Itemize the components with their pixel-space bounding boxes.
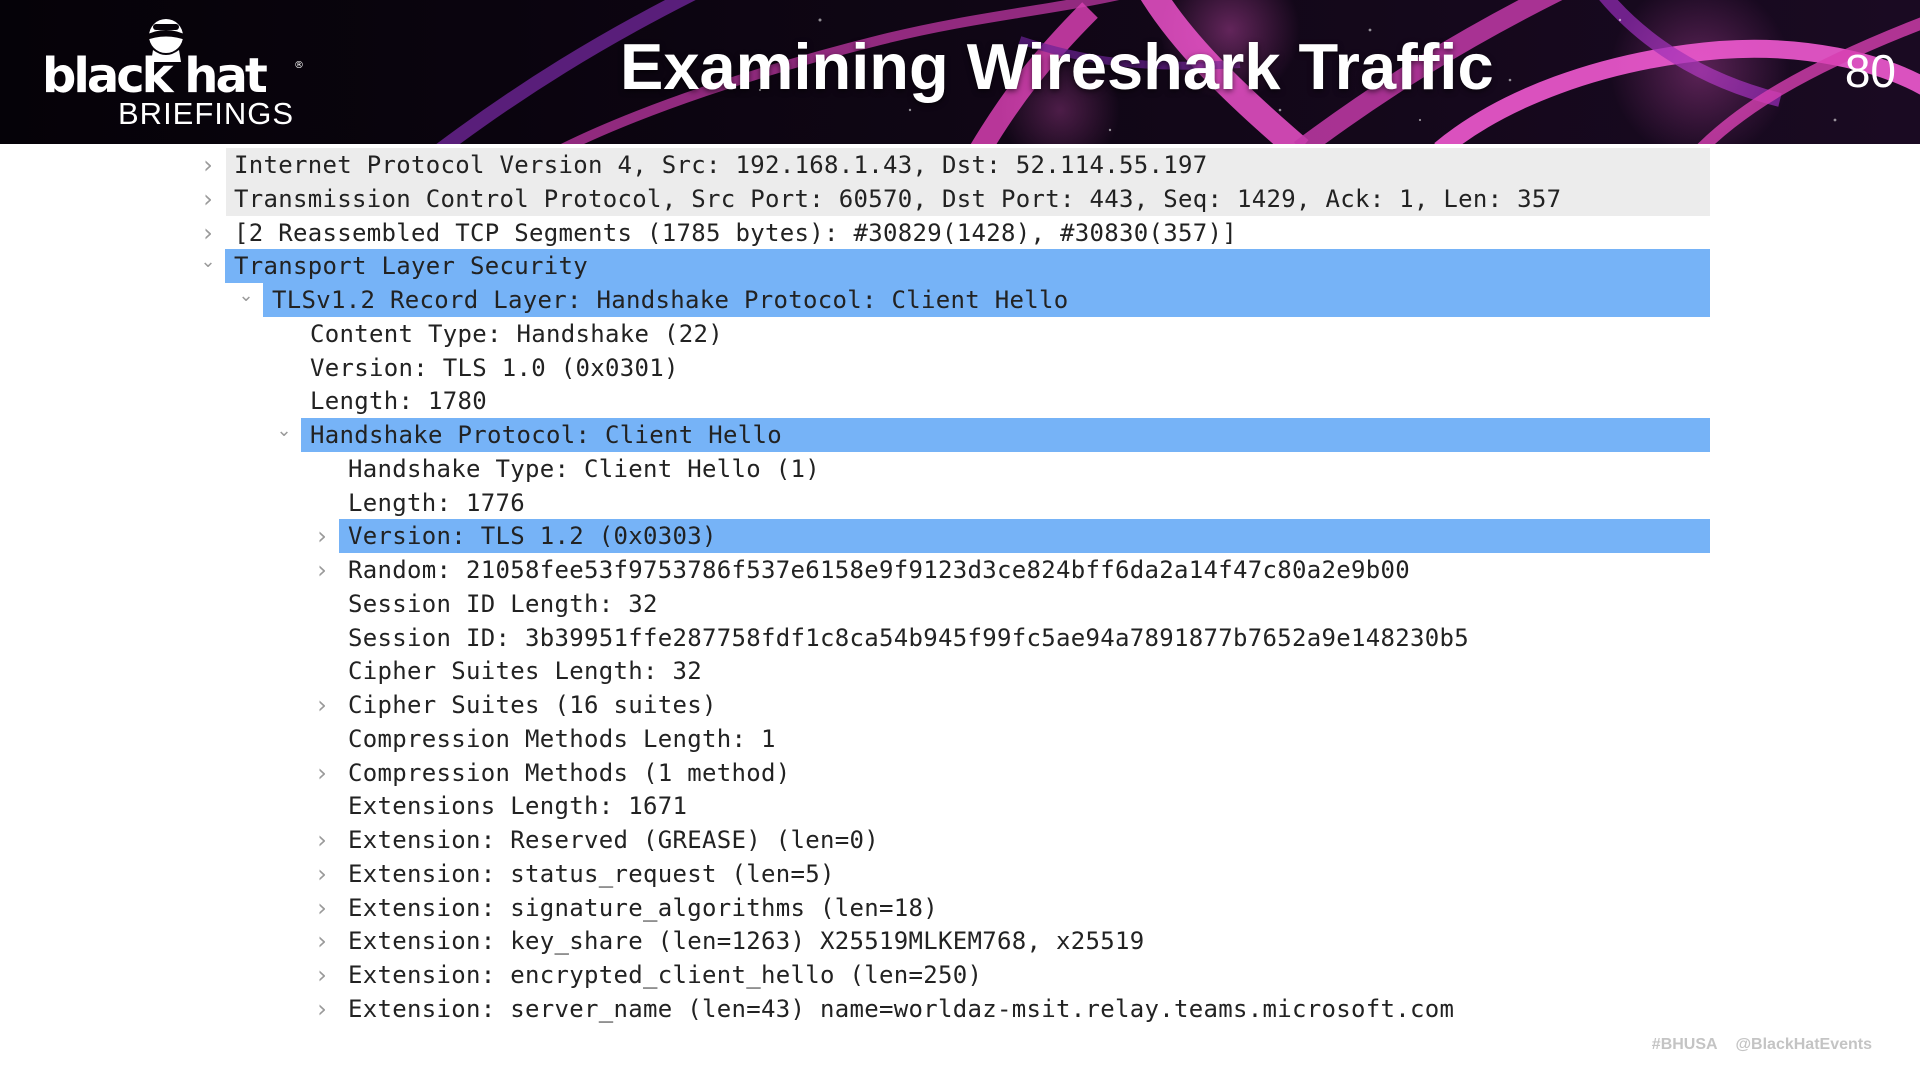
blackhat-logo: black hat ® BRIEFINGS [40,14,310,132]
tree-row-label: Compression Methods (1 method) [348,758,791,787]
tree-row-label: Extension: key_share (len=1263) X25519ML… [348,927,1145,956]
tree-row[interactable]: Session ID Length: 32 [196,587,1710,621]
tree-row[interactable]: › Transmission Control Protocol, Src Port… [196,181,1710,216]
chevron-right-icon[interactable]: › [312,756,332,790]
tree-row-label: Cipher Suites Length: 32 [348,657,702,686]
chevron-right-icon[interactable]: › [198,182,218,216]
footer: #BHUSA @BlackHatEvents [1638,1036,1872,1054]
tree-row-label: Cipher Suites (16 suites) [348,691,717,719]
chevron-right-icon[interactable]: › [312,553,332,587]
slide: black hat ® BRIEFINGS Examining Wireshar… [0,0,1920,1080]
tree-row-label: Version: TLS 1.0 (0x0301) [310,353,679,382]
chevron-down-icon[interactable]: ⌄ [274,418,294,452]
tree-row[interactable]: Version: TLS 1.0 (0x0301) [196,351,1710,385]
row-background [301,384,1710,418]
chevron-right-icon[interactable]: › [312,688,332,722]
tree-row-label: Length: 1780 [310,387,487,416]
tree-row-label: Content Type: Handshake (22) [310,319,723,348]
tree-row-label: Extension: status_request (len=5) [348,859,835,888]
tree-row-label: Extensions Length: 1671 [348,792,688,821]
tree-row-label: Handshake Protocol: Client Hello [310,421,782,449]
page-number: 80 [1844,45,1896,97]
chevron-right-icon[interactable]: › [312,857,332,891]
chevron-right-icon[interactable]: › [198,148,218,182]
tree-row-label: [2 Reassembled TCP Segments (1785 bytes)… [234,218,1237,247]
tree-row-label: Session ID Length: 32 [348,589,658,618]
logo-wordmark: black hat [42,48,268,104]
tree-row-label: Session ID: 3b39951ffe287758fdf1c8ca54b9… [348,623,1469,652]
row-background [339,486,1710,520]
tree-row[interactable]: Content Type: Handshake (22) [196,317,1710,351]
tree-row[interactable]: Extensions Length: 1671 [196,789,1710,823]
chevron-right-icon[interactable]: › [198,216,218,250]
footer-handle: @BlackHatEvents [1735,1036,1872,1053]
tree-row-label: TLSv1.2 Record Layer: Handshake Protocol… [272,286,1069,314]
header-banner: black hat ® BRIEFINGS Examining Wireshar… [0,0,1920,144]
tree-row[interactable]: › Extension: signature_algorithms (len=18… [196,891,1710,925]
footer-hashtag: #BHUSA [1651,1036,1717,1053]
tree-row[interactable]: › Extension: status_request (len=5) [196,857,1710,891]
tree-row-label: Compression Methods Length: 1 [348,724,776,753]
tree-row[interactable]: › Internet Protocol Version 4, Src: 192.1… [196,148,1710,182]
tree-row-label: Extension: server_name (len=43) name=wor… [348,994,1455,1023]
logo-registered-mark: ® [294,60,304,71]
chevron-right-icon[interactable]: › [312,924,332,958]
tree-row[interactable]: Length: 1776 [196,486,1710,520]
tree-row[interactable]: › Extension: key_share (len=1263) X25519M… [196,924,1710,958]
chevron-down-icon[interactable]: ⌄ [198,249,218,283]
tree-row-label: Extension: encrypted_client_hello (len=2… [348,961,983,989]
tree-row[interactable]: ⌄ Handshake Protocol: Client Hello [196,418,1710,452]
tree-row[interactable]: › Cipher Suites (16 suites) [196,688,1710,722]
tree-row-label: Handshake Type: Client Hello (1) [348,454,820,483]
tree-row[interactable]: ⌄ TLSv1.2 Record Layer: Handshake Protoco… [196,283,1710,317]
logo-briefings: BRIEFINGS [118,96,295,131]
tree-row[interactable]: Session ID: 3b39951ffe287758fdf1c8ca54b9… [196,621,1710,655]
tree-row[interactable]: › Version: TLS 1.2 (0x0303) [196,519,1710,554]
tree-row[interactable]: Cipher Suites Length: 32 [196,654,1710,688]
chevron-down-icon[interactable]: ⌄ [236,283,256,317]
tree-row[interactable]: › Random: 21058fee53f9753786f537e6158e9f9… [196,553,1710,587]
tree-row[interactable]: Compression Methods Length: 1 [196,722,1710,756]
tree-row[interactable]: Length: 1780 [196,384,1710,418]
slide-title: Examining Wireshark Traffic [620,30,1494,103]
tree-row-label: Random: 21058fee53f9753786f537e6158e9f91… [348,556,1410,584]
tree-row-label: Extension: Reserved (GREASE) (len=0) [348,826,879,854]
tree-row[interactable]: Handshake Type: Client Hello (1) [196,452,1710,486]
tree-row-label: Version: TLS 1.2 (0x0303) [348,522,717,551]
tree-row[interactable]: › Compression Methods (1 method) [196,756,1710,790]
tree-row-label: Transmission Control Protocol, Src Port:… [234,184,1562,213]
tree-row[interactable]: › [2 Reassembled TCP Segments (1785 bytes… [196,216,1710,250]
tree-row-label: Length: 1776 [348,488,525,517]
chevron-right-icon[interactable]: › [312,992,332,1026]
chevron-right-icon[interactable]: › [312,519,332,553]
tree-row[interactable]: › Extension: server_name (len=43) name=wo… [196,992,1710,1026]
chevron-right-icon[interactable]: › [312,891,332,925]
tree-row-label: Internet Protocol Version 4, Src: 192.16… [234,151,1208,179]
tree-row[interactable]: › Extension: encrypted_client_hello (len=… [196,958,1710,992]
tree-row-label: Extension: signature_algorithms (len=18) [348,893,938,922]
chevron-right-icon[interactable]: › [312,823,332,857]
tree-row-label: Transport Layer Security [234,252,588,281]
packet-details-tree[interactable]: › Internet Protocol Version 4, Src: 192.1… [196,148,1710,1032]
tree-row[interactable]: ⌄ Transport Layer Security [196,249,1710,284]
chevron-right-icon[interactable]: › [312,958,332,992]
tree-row[interactable]: › Extension: Reserved (GREASE) (len=0) [196,823,1710,857]
